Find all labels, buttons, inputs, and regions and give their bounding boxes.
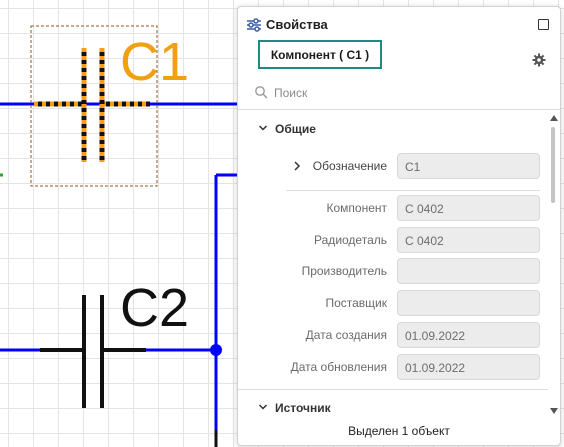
prop-label: Обозначение	[312, 159, 387, 173]
prop-label: Производитель	[301, 264, 387, 278]
prop-value-manufacturer[interactable]	[397, 258, 540, 284]
chevron-down-icon	[258, 404, 268, 410]
chevron-down-icon	[258, 125, 268, 131]
prop-label: Поставщик	[325, 296, 387, 310]
search-icon	[255, 86, 268, 99]
prop-value-component[interactable]: С 0402	[397, 195, 540, 221]
scrollbar[interactable]	[548, 115, 560, 415]
prop-row-created: Дата создания 01.09.2022	[238, 322, 548, 348]
prop-row-supplier: Поставщик	[238, 290, 548, 316]
prop-label: Дата обновления	[290, 360, 387, 374]
prop-value-supplier[interactable]	[397, 290, 540, 316]
prop-row-updated: Дата обновления 01.09.2022	[238, 354, 548, 380]
section-source-title: Источник	[275, 401, 331, 415]
prop-row-part: Радиодеталь С 0402	[238, 227, 548, 253]
gear-icon[interactable]	[532, 53, 546, 67]
divider	[238, 389, 548, 390]
prop-row-manufacturer: Производитель	[238, 258, 548, 284]
section-source-header[interactable]: Источник	[238, 396, 548, 420]
search-row	[254, 83, 544, 103]
prop-value-designation[interactable]: С1	[397, 153, 540, 179]
prop-row-designation: Обозначение С1	[238, 153, 548, 179]
scroll-down-arrow-icon[interactable]	[550, 408, 558, 414]
maximize-button[interactable]	[538, 19, 549, 30]
prop-value-updated[interactable]: 01.09.2022	[397, 354, 540, 380]
panel-header: Свойства	[238, 7, 560, 41]
c2-designator[interactable]: C2	[120, 278, 189, 338]
properties-panel: Свойства Компонент ( С1 ) Общие	[237, 6, 561, 446]
prop-value-created[interactable]: 01.09.2022	[397, 322, 540, 348]
prop-label: Дата создания	[305, 328, 387, 342]
scroll-up-arrow-icon[interactable]	[550, 115, 558, 121]
scrollbar-thumb[interactable]	[551, 127, 555, 203]
prop-label: Компонент	[326, 201, 387, 215]
prop-row-component: Компонент С 0402	[238, 195, 548, 221]
prop-label: Радиодеталь	[314, 233, 387, 247]
junction-dot[interactable]	[210, 344, 222, 356]
divider	[286, 190, 540, 191]
prop-value-part[interactable]: С 0402	[397, 227, 540, 253]
panel-title: Свойства	[266, 17, 328, 32]
component-tab[interactable]: Компонент ( С1 )	[258, 40, 382, 69]
properties-sliders-icon	[247, 18, 261, 32]
divider	[238, 109, 560, 110]
section-general-header[interactable]: Общие	[238, 117, 548, 141]
search-input[interactable]	[274, 83, 534, 103]
selection-status: Выделен 1 объект	[348, 424, 450, 438]
section-general-title: Общие	[275, 122, 316, 136]
c1-designator[interactable]: C1	[120, 32, 189, 92]
